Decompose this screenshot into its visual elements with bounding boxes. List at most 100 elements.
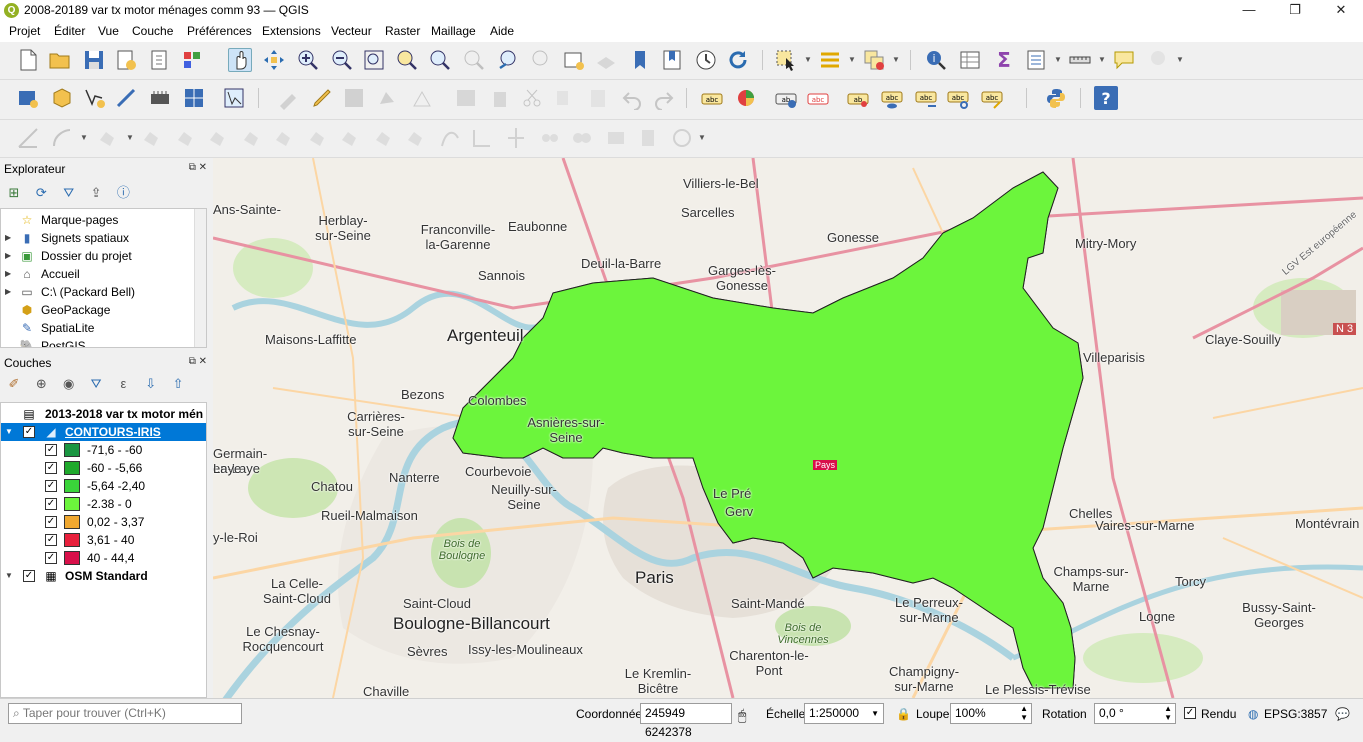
iris-polygon[interactable] xyxy=(905,211,924,230)
locator-dropdown-icon[interactable]: ▼ xyxy=(1176,55,1184,64)
iris-polygon[interactable] xyxy=(710,229,733,248)
iris-polygon[interactable] xyxy=(774,678,793,693)
iris-polygon[interactable] xyxy=(1036,261,1054,282)
iris-polygon[interactable] xyxy=(698,612,718,633)
spin-arrows-icon[interactable]: ▲▼ xyxy=(1164,704,1172,722)
iris-polygon[interactable] xyxy=(778,260,797,279)
iris-polygon[interactable] xyxy=(518,585,540,603)
iris-polygon[interactable] xyxy=(1086,595,1104,620)
iris-polygon[interactable] xyxy=(904,166,928,188)
iris-polygon[interactable] xyxy=(775,214,795,236)
iris-polygon[interactable] xyxy=(903,645,925,663)
iris-polygon[interactable] xyxy=(1079,663,1102,683)
iris-polygon[interactable] xyxy=(1081,422,1102,438)
iris-polygon[interactable] xyxy=(919,196,943,214)
iris-polygon[interactable] xyxy=(605,552,623,568)
iris-polygon[interactable] xyxy=(491,661,511,680)
iris-polygon[interactable] xyxy=(807,186,832,201)
iris-polygon[interactable] xyxy=(1080,471,1100,486)
iris-polygon[interactable] xyxy=(503,232,525,253)
layout-manager-icon[interactable] xyxy=(148,48,172,72)
iris-polygon[interactable] xyxy=(967,660,985,685)
locator-icon[interactable] xyxy=(1148,48,1172,72)
iris-polygon[interactable] xyxy=(650,631,668,650)
iris-polygon[interactable] xyxy=(636,228,650,249)
iris-polygon[interactable] xyxy=(872,197,895,216)
iris-polygon[interactable] xyxy=(1047,277,1068,296)
iris-polygon[interactable] xyxy=(935,629,954,653)
iris-polygon[interactable] xyxy=(439,165,459,187)
legend-class-row[interactable]: ✓ -60 - -5,66 xyxy=(1,459,206,477)
vertex-tool-icon[interactable] xyxy=(410,86,434,110)
iris-polygon[interactable] xyxy=(603,506,621,525)
iris-polygon[interactable] xyxy=(826,681,847,698)
iris-polygon[interactable] xyxy=(664,186,682,199)
iris-polygon[interactable] xyxy=(635,646,656,667)
iris-polygon[interactable] xyxy=(587,516,608,537)
new-3d-view-icon[interactable] xyxy=(594,48,618,72)
iris-polygon[interactable] xyxy=(903,629,922,651)
iris-polygon[interactable] xyxy=(585,532,604,550)
iris-polygon[interactable] xyxy=(792,260,813,275)
save-edits-icon[interactable] xyxy=(342,86,366,110)
map-tips-icon[interactable] xyxy=(1112,48,1136,72)
iris-polygon[interactable] xyxy=(440,570,457,584)
crs-globe-icon[interactable]: ◍ xyxy=(1248,707,1258,721)
iris-polygon[interactable] xyxy=(696,521,718,533)
iris-polygon[interactable] xyxy=(588,646,604,662)
iris-polygon[interactable] xyxy=(535,200,560,220)
iris-polygon[interactable] xyxy=(636,186,653,204)
iris-polygon[interactable] xyxy=(870,166,889,186)
unpinned-labels-icon[interactable]: abc xyxy=(806,86,830,110)
iris-polygon[interactable] xyxy=(535,259,557,283)
iris-polygon[interactable] xyxy=(606,483,620,506)
menu-editer[interactable]: Éditer xyxy=(54,24,85,38)
iris-polygon[interactable] xyxy=(667,248,686,264)
iris-polygon[interactable] xyxy=(618,229,640,246)
iris-polygon[interactable] xyxy=(680,534,703,553)
iris-polygon[interactable] xyxy=(538,662,559,682)
iris-polygon[interactable] xyxy=(809,675,827,695)
class-checkbox[interactable]: ✓ xyxy=(45,552,57,564)
iris-polygon[interactable] xyxy=(568,470,585,491)
iris-polygon[interactable] xyxy=(494,579,511,601)
iris-polygon[interactable] xyxy=(523,251,539,261)
reverse-line-icon[interactable] xyxy=(438,126,462,150)
collapse-all-icon[interactable]: ⇪ xyxy=(86,185,106,203)
iris-polygon[interactable] xyxy=(967,182,990,198)
iris-polygon[interactable] xyxy=(551,564,575,581)
iris-polygon[interactable] xyxy=(969,627,991,650)
iris-polygon[interactable] xyxy=(1064,536,1081,556)
iris-polygon[interactable] xyxy=(822,262,844,279)
iris-polygon[interactable] xyxy=(633,549,652,570)
iris-polygon[interactable] xyxy=(854,198,880,213)
iris-polygon[interactable] xyxy=(712,677,733,697)
iris-polygon[interactable] xyxy=(536,182,557,204)
iris-polygon[interactable] xyxy=(893,647,908,665)
iris-polygon[interactable] xyxy=(919,183,941,199)
iris-polygon[interactable] xyxy=(534,524,554,538)
iris-polygon[interactable] xyxy=(1079,166,1100,189)
iris-polygon[interactable] xyxy=(903,227,925,253)
iris-polygon[interactable] xyxy=(473,282,491,293)
iris-polygon[interactable] xyxy=(742,612,762,637)
iris-polygon[interactable] xyxy=(809,666,825,681)
legend-class-row[interactable]: ✓ 40 - 44,4 xyxy=(1,549,206,567)
zoom-last-icon[interactable] xyxy=(496,48,520,72)
pin-label-icon[interactable]: ab xyxy=(846,86,870,110)
iris-polygon[interactable] xyxy=(1081,181,1100,201)
iris-polygon[interactable] xyxy=(763,180,784,202)
iris-polygon[interactable] xyxy=(956,164,970,188)
iris-polygon[interactable] xyxy=(521,549,538,571)
layer-visibility-checkbox[interactable]: ✓ xyxy=(23,426,35,438)
iris-polygon[interactable] xyxy=(744,198,760,214)
iris-polygon[interactable] xyxy=(1063,293,1086,314)
iris-polygon[interactable] xyxy=(631,171,648,179)
maximize-button[interactable]: ❐ xyxy=(1272,0,1318,21)
layer-group-row[interactable]: ▤ 2013-2018 var tx motor mén xyxy=(1,405,206,423)
iris-polygon[interactable] xyxy=(585,468,601,492)
expand-arrow-icon[interactable]: ▶ xyxy=(5,247,11,265)
iris-polygon[interactable] xyxy=(810,203,825,220)
menu-aide[interactable]: Aide xyxy=(490,24,514,38)
deselect-dropdown-icon[interactable]: ▼ xyxy=(892,55,900,64)
